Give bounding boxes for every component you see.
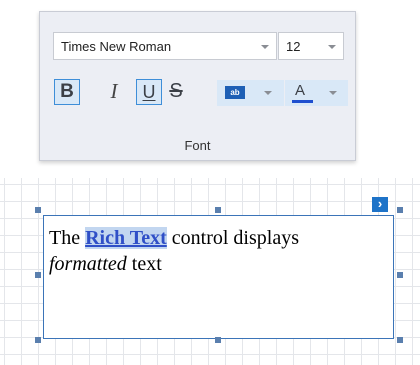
- rich-text-control[interactable]: The Rich Text control displays formatted…: [43, 215, 394, 339]
- font-size-value: 12: [286, 39, 301, 54]
- highlight-icon: ab: [225, 86, 245, 99]
- smart-tag-chevron-icon[interactable]: ›: [372, 197, 388, 212]
- font-color-button[interactable]: A: [285, 80, 348, 106]
- bold-icon: B: [60, 81, 74, 102]
- resize-handle-bottom-center[interactable]: [215, 337, 221, 343]
- rich-text-line1-suffix: control displays: [166, 227, 299, 249]
- rich-text-content[interactable]: The Rich Text control displays formatted…: [49, 225, 389, 277]
- font-color-dropdown-arrow-icon[interactable]: [329, 91, 337, 95]
- font-family-combo[interactable]: Times New Roman: [53, 32, 277, 60]
- strikethrough-icon: S: [169, 80, 183, 102]
- resize-handle-bottom-right[interactable]: [397, 337, 403, 343]
- strikethrough-button[interactable]: S: [163, 79, 189, 105]
- resize-handle-bottom-left[interactable]: [35, 337, 41, 343]
- font-family-value: Times New Roman: [61, 39, 172, 54]
- font-color-swatch: [292, 100, 313, 103]
- resize-handle-top-center[interactable]: [215, 207, 221, 213]
- rich-text-highlighted-word: Rich Text: [85, 227, 167, 249]
- rich-text-line1-prefix: The: [49, 227, 86, 249]
- bold-button[interactable]: B: [54, 79, 80, 105]
- italic-button[interactable]: I: [101, 79, 127, 105]
- resize-handle-top-right[interactable]: [397, 207, 403, 213]
- underline-button[interactable]: U: [136, 79, 162, 105]
- resize-handle-middle-left[interactable]: [35, 272, 41, 278]
- resize-handle-top-left[interactable]: [35, 207, 41, 213]
- font-color-icon: A: [295, 82, 306, 99]
- font-group-caption: Font: [184, 138, 211, 153]
- font-family-dropdown-arrow-icon[interactable]: [261, 45, 269, 49]
- rich-text-line2-suffix: text: [126, 253, 162, 275]
- underline-icon: U: [142, 82, 156, 102]
- font-ribbon-group: Times New Roman 12 B I U S ab A Font: [39, 11, 356, 161]
- font-size-combo[interactable]: 12: [278, 32, 344, 60]
- resize-handle-middle-right[interactable]: [397, 272, 403, 278]
- text-highlight-button[interactable]: ab: [217, 80, 284, 106]
- highlight-dropdown-arrow-icon[interactable]: [264, 91, 272, 95]
- rich-text-italic-word: formatted: [49, 253, 127, 275]
- font-size-dropdown-arrow-icon[interactable]: [328, 45, 336, 49]
- italic-icon: I: [110, 79, 118, 103]
